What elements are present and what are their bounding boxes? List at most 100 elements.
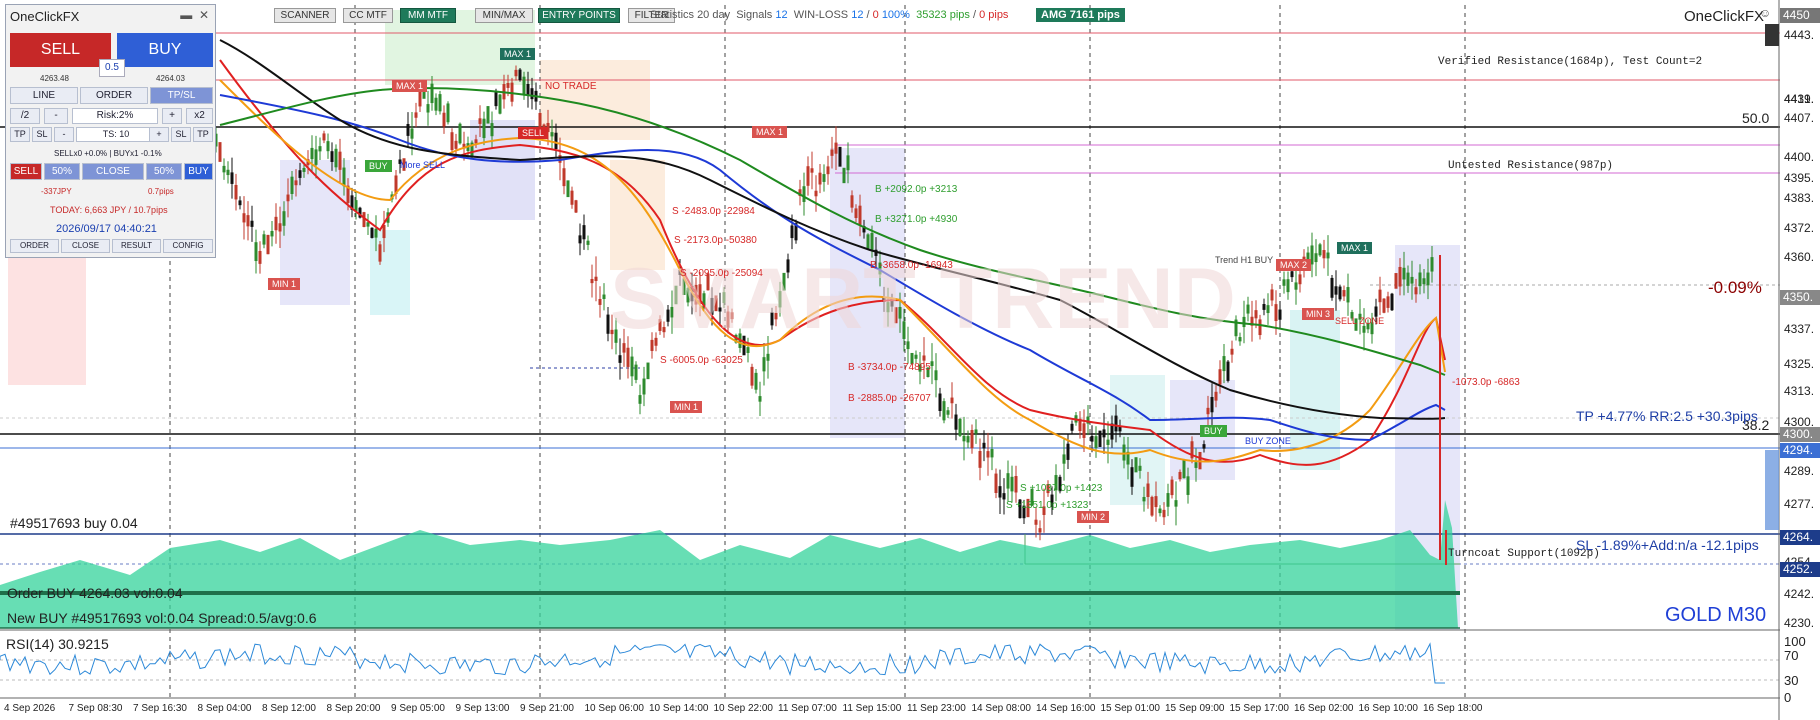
lot-plus-button[interactable]: + bbox=[162, 108, 182, 124]
candle-body bbox=[1246, 304, 1250, 314]
winloss-label: WIN-LOSS bbox=[793, 9, 849, 21]
candle-body bbox=[574, 200, 578, 213]
candle-body bbox=[1082, 423, 1086, 438]
sell-signal: SELL bbox=[518, 127, 549, 139]
tab-tpsl[interactable]: TP/SL bbox=[150, 87, 213, 104]
candle-body bbox=[566, 180, 570, 198]
ts-minus-button[interactable]: - bbox=[54, 127, 74, 142]
close-sell-button[interactable]: SELL bbox=[10, 163, 42, 180]
config-button[interactable]: CONFIG bbox=[163, 239, 213, 253]
candle-body bbox=[1230, 348, 1234, 355]
candle-body bbox=[1238, 337, 1242, 342]
pips-win: 35323 pips bbox=[916, 9, 970, 21]
minimize-icon[interactable]: ▬ bbox=[180, 8, 192, 22]
close-icon[interactable]: ✕ bbox=[199, 8, 209, 22]
candle-body bbox=[262, 234, 266, 245]
candle-body bbox=[594, 276, 598, 281]
candle-body bbox=[938, 393, 942, 412]
price-tag: 4450 bbox=[1780, 8, 1820, 23]
sl-right-button[interactable]: SL bbox=[171, 127, 191, 142]
candle-body bbox=[326, 141, 330, 152]
candle-body bbox=[550, 132, 554, 137]
tab-order[interactable]: ORDER bbox=[80, 87, 148, 104]
candle-body bbox=[426, 104, 430, 113]
candle-body bbox=[438, 94, 442, 112]
buy-button[interactable]: BUY bbox=[117, 33, 213, 67]
candle-body bbox=[1038, 528, 1042, 533]
sell-button[interactable]: SELL bbox=[10, 33, 111, 67]
candle-body bbox=[218, 142, 222, 162]
entry-points-button[interactable]: ENTRY POINTS bbox=[538, 8, 620, 23]
price-tick: 4443. bbox=[1784, 28, 1815, 42]
candle-body bbox=[946, 410, 950, 415]
new-order-comment: New BUY #49517693 vol:0.04 Spread:0.5/av… bbox=[7, 610, 317, 626]
close-half-left-button[interactable]: 50% bbox=[44, 163, 80, 180]
candle-body bbox=[1150, 496, 1154, 516]
result-button[interactable]: RESULT bbox=[112, 239, 161, 253]
candle-body bbox=[830, 149, 834, 156]
candle-body bbox=[1290, 271, 1294, 278]
candle-body bbox=[1034, 519, 1038, 525]
close-buy-button[interactable]: BUY bbox=[184, 163, 213, 180]
candle-body bbox=[562, 168, 566, 187]
min-max-button[interactable]: MIN/MAX bbox=[475, 8, 533, 23]
candle-body bbox=[790, 225, 794, 239]
close-all-button[interactable]: CLOSE bbox=[82, 163, 144, 180]
cc-mtf-button[interactable]: CC MTF bbox=[343, 8, 393, 23]
price-tick: 4372. bbox=[1784, 221, 1815, 235]
candle-body bbox=[342, 167, 346, 187]
candle-body bbox=[962, 435, 966, 442]
tp-left-button[interactable]: TP bbox=[10, 127, 30, 142]
candle-body bbox=[870, 233, 874, 251]
candle-body bbox=[1182, 459, 1186, 479]
loss-count: 0 bbox=[872, 9, 879, 21]
candle-body bbox=[242, 213, 246, 223]
candle-body bbox=[446, 103, 450, 123]
candle-body bbox=[246, 215, 250, 227]
symbol-label: GOLD M30 bbox=[1665, 604, 1767, 626]
order-history-button[interactable]: ORDER bbox=[10, 239, 59, 253]
ts-plus-button[interactable]: + bbox=[149, 127, 169, 142]
candle-body bbox=[1406, 272, 1410, 286]
candle-body bbox=[1142, 496, 1146, 502]
candle-body bbox=[974, 429, 978, 434]
tab-line[interactable]: LINE bbox=[10, 87, 78, 104]
lot-half-button[interactable]: /2 bbox=[10, 108, 40, 124]
pips-loss: 0 pips bbox=[979, 9, 1009, 21]
candle-body bbox=[642, 378, 646, 395]
close-history-button[interactable]: CLOSE bbox=[61, 239, 110, 253]
candle-body bbox=[630, 356, 634, 377]
mm-mtf-button[interactable]: MM MTF bbox=[400, 8, 456, 23]
time-tick: 11 Sep 15:00 bbox=[842, 703, 902, 714]
candle-body bbox=[1070, 423, 1074, 431]
risk-field[interactable]: Risk:2% bbox=[72, 108, 158, 124]
order-line-label: #49517693 buy 0.04 bbox=[10, 515, 138, 531]
candle-body bbox=[1066, 443, 1070, 460]
candle-body bbox=[1194, 462, 1198, 468]
rsi-tick: 100 bbox=[1784, 634, 1806, 649]
tp-right-button[interactable]: TP bbox=[193, 127, 213, 142]
candle-body bbox=[810, 168, 814, 173]
take-profit-label: TP +4.77% RR:2.5 +30.3pips bbox=[1576, 408, 1758, 424]
candle-body bbox=[274, 216, 278, 231]
candle-body bbox=[1282, 279, 1286, 286]
volume-bars bbox=[0, 500, 1460, 629]
candle-body bbox=[1222, 356, 1226, 372]
lot-minus-button[interactable]: - bbox=[44, 108, 68, 124]
time-tick: 16 Sep 18:00 bbox=[1423, 703, 1483, 714]
time-tick: 15 Sep 09:00 bbox=[1165, 703, 1225, 714]
time-tick: 9 Sep 05:00 bbox=[391, 703, 445, 714]
amg-badge: AMG 7161 pips bbox=[1036, 8, 1125, 22]
panel-window-controls[interactable]: ▬ ✕ bbox=[180, 8, 209, 22]
panel-title: OneClickFX bbox=[10, 9, 80, 24]
trade-result: S -2483.0p -22984 bbox=[672, 206, 755, 217]
close-half-right-button[interactable]: 50% bbox=[146, 163, 182, 180]
scanner-button[interactable]: SCANNER bbox=[274, 8, 336, 23]
candle-body bbox=[762, 357, 766, 372]
candle-body bbox=[1102, 429, 1106, 438]
trailing-stop-field[interactable]: TS: 10 bbox=[76, 127, 156, 142]
trade-result: -1073.0p -6863 bbox=[1452, 377, 1520, 388]
trade-result: B +2092.0p +3213 bbox=[875, 184, 958, 195]
sl-left-button[interactable]: SL bbox=[32, 127, 52, 142]
lot-double-button[interactable]: x2 bbox=[186, 108, 213, 124]
